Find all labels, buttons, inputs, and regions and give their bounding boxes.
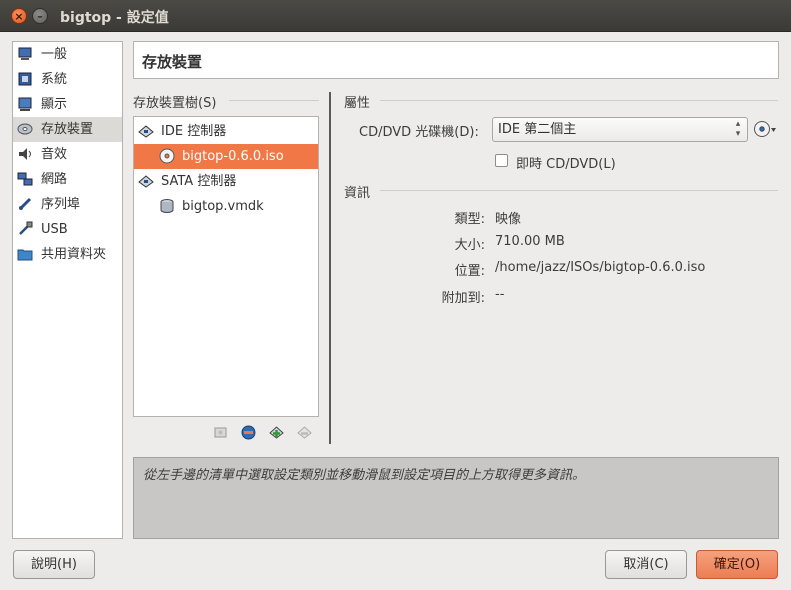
chevron-up-down-icon: ▴ ▾ (735, 119, 741, 139)
general-icon (18, 47, 32, 60)
nav-item-label: 一般 (41, 47, 68, 62)
splitter-handle[interactable] (329, 92, 331, 444)
info-size-value: 710.00 MB (495, 234, 565, 249)
tree-item-label: bigtop.vmdk (182, 199, 264, 214)
info-type-value: 映像 (495, 212, 522, 227)
nav-item-usb[interactable]: USB (13, 217, 122, 242)
nav-item-label: 網路 (41, 172, 68, 187)
nav-item-label: USB (41, 222, 68, 237)
live-cd-checkbox[interactable] (495, 154, 508, 167)
ide-controller-icon (138, 125, 154, 138)
hint-text: 從左手邊的清單中選取設定類別並移動滑鼠到設定項目的上方取得更多資訊。 (143, 468, 586, 483)
nav-item-general[interactable]: 一般 (13, 42, 122, 67)
ok-button[interactable]: 確定(O) (696, 550, 778, 579)
add-controller-icon[interactable] (212, 424, 229, 441)
help-button[interactable]: 說明(H) (13, 550, 95, 579)
display-icon (18, 97, 32, 111)
nav-item-label: 顯示 (41, 97, 68, 112)
nav-item-serial-ports[interactable]: 序列埠 (13, 192, 122, 217)
info-location-key: 位置: (454, 264, 485, 279)
storage-tree[interactable]: IDE 控制器 bigtop-0.6.0.iso SATA 控制器 bigtop… (133, 116, 319, 417)
cd-dvd-drive-label: CD/DVD 光碟機(D): (359, 125, 479, 140)
storage-tree-separator (229, 100, 319, 101)
shared-folder-icon (17, 249, 33, 261)
tree-item-ide-controller[interactable]: IDE 控制器 (134, 119, 318, 144)
settings-category-list: 一般 系統 顯示 存放裝置 音效 網路 序列埠 USB 共用資料夾 (12, 41, 123, 539)
tree-item-sata-controller[interactable]: SATA 控制器 (134, 169, 318, 194)
storage-tree-label: 存放裝置樹(S) (133, 96, 217, 111)
tree-item-label: IDE 控制器 (161, 124, 227, 139)
nav-item-audio[interactable]: 音效 (13, 142, 122, 167)
cancel-button[interactable]: 取消(C) (605, 550, 687, 579)
add-attachment-icon[interactable] (240, 424, 257, 441)
sata-controller-icon (138, 175, 154, 188)
optical-disc-icon (159, 148, 175, 164)
nav-item-label: 存放裝置 (41, 122, 94, 137)
tree-item-bigtop-iso[interactable]: bigtop-0.6.0.iso (134, 144, 318, 169)
nav-item-label: 系統 (41, 72, 68, 87)
nav-item-system[interactable]: 系統 (13, 67, 122, 92)
cd-dvd-drive-value: IDE 第二個主 (498, 122, 577, 137)
serial-port-icon (18, 197, 32, 211)
tree-item-label: SATA 控制器 (161, 174, 237, 189)
hard-disk-icon (160, 199, 174, 213)
information-label: 資訊 (344, 186, 371, 201)
usb-icon (19, 221, 33, 235)
system-icon (18, 72, 32, 86)
audio-icon (19, 148, 31, 160)
nav-item-label: 共用資料夾 (41, 247, 107, 262)
attributes-separator (380, 100, 778, 101)
nav-item-network[interactable]: 網路 (13, 167, 122, 192)
title-bar: × – bigtop - 設定值 (0, 0, 791, 32)
minimize-icon[interactable]: – (32, 8, 48, 24)
close-icon[interactable]: × (11, 8, 27, 24)
nav-item-label: 序列埠 (41, 197, 81, 212)
information-separator (380, 190, 778, 191)
nav-item-label: 音效 (41, 147, 68, 162)
add-hard-disk-icon[interactable] (268, 424, 285, 441)
hint-box: 從左手邊的清單中選取設定類別並移動滑鼠到設定項目的上方取得更多資訊。 (133, 457, 779, 539)
live-cd-label[interactable]: 即時 CD/DVD(L) (516, 153, 616, 172)
remove-attachment-icon[interactable] (296, 424, 313, 441)
info-type-key: 類型: (454, 212, 485, 227)
info-attached-to-value: -- (495, 287, 505, 302)
tree-item-label: bigtop-0.6.0.iso (182, 149, 284, 164)
cd-dvd-drive-select[interactable]: IDE 第二個主 ▴ ▾ (492, 117, 748, 142)
info-size-key: 大小: (454, 238, 485, 253)
network-icon (17, 172, 33, 186)
attributes-label: 屬性 (344, 96, 371, 111)
storage-icon (17, 123, 33, 135)
info-location-value: /home/jazz/ISOs/bigtop-0.6.0.iso (495, 260, 706, 275)
page-title: 存放裝置 (142, 53, 203, 71)
choose-disk-image-icon[interactable] (753, 119, 777, 139)
nav-item-storage[interactable]: 存放裝置 (13, 117, 122, 142)
page-header: 存放裝置 (133, 41, 779, 79)
nav-item-display[interactable]: 顯示 (13, 92, 122, 117)
info-attached-to-key: 附加到: (441, 291, 485, 306)
window-title: bigtop - 設定值 (60, 10, 169, 26)
nav-item-shared-folders[interactable]: 共用資料夾 (13, 242, 122, 267)
tree-item-bigtop-vmdk[interactable]: bigtop.vmdk (134, 194, 318, 219)
